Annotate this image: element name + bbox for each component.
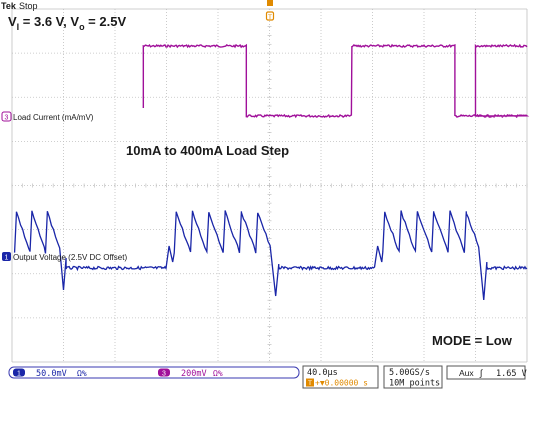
- ch1-readout[interactable]: 1 50.0mV Ω%: [8, 366, 300, 379]
- mode-annotation: MODE = Low: [432, 333, 513, 348]
- svg-text:1: 1: [5, 255, 9, 262]
- load-step-annotation: 10mA to 400mA Load Step: [126, 143, 289, 158]
- time-per-division: 40.0µs: [307, 368, 338, 378]
- ch3-scale: 200mV: [181, 369, 207, 379]
- acquisition-readout[interactable]: 5.00GS/s 10M points: [383, 365, 443, 389]
- timebase-readout[interactable]: 40.0µs T +▼0.00000 s: [302, 365, 379, 389]
- load-current-trace: [142, 43, 530, 119]
- ch3-ground-marker[interactable]: 3: [1, 111, 12, 122]
- ch1-ground-marker[interactable]: 1: [2, 252, 11, 262]
- ch3-coupling: Ω%: [213, 369, 223, 378]
- status-bar: 1 50.0mV Ω% 3 200mV Ω% 40.0µs T +▼0.0000…: [8, 365, 527, 389]
- ch1-scale: 50.0mV: [36, 369, 67, 379]
- svg-text:3: 3: [162, 371, 166, 378]
- graticule: [11, 8, 528, 363]
- svg-text:1: 1: [17, 371, 21, 378]
- trigger-position-icon: T: [308, 380, 312, 387]
- oscilloscope-screen: Tek Stop T VI = 3.6 V, Vo = 2.5V 3 Load …: [1, 0, 530, 389]
- trigger-level: 1.65 V: [496, 369, 527, 379]
- record-length: 10M points: [389, 379, 440, 389]
- ch1-label: Output Voltage (2.5V DC Offset): [13, 253, 127, 262]
- brand-label: Tek: [1, 1, 17, 11]
- trigger-marker-label: T: [268, 14, 272, 21]
- trigger-position: +▼0.00000 s: [315, 379, 368, 388]
- sample-rate: 5.00GS/s: [389, 368, 430, 378]
- ch3-label: Load Current (mA/mV): [13, 113, 94, 122]
- ch1-coupling: Ω%: [77, 369, 87, 378]
- trigger-readout[interactable]: Aux ∫ 1.65 V: [446, 365, 527, 380]
- svg-text:3: 3: [5, 115, 9, 122]
- acquisition-state: Stop: [19, 1, 38, 11]
- trigger-source: Aux: [459, 368, 474, 378]
- test-condition: VI = 3.6 V, Vo = 2.5V: [8, 14, 126, 32]
